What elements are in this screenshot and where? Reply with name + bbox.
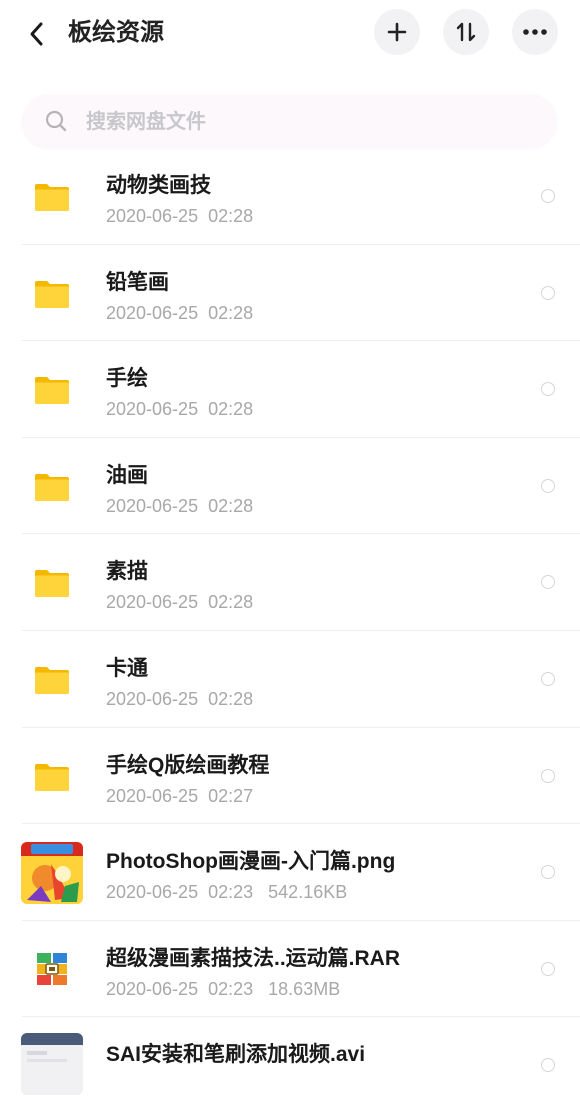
file-meta: 2020-06-25 02:28 (106, 301, 253, 325)
select-radio[interactable] (541, 1058, 555, 1073)
file-name: 油画 (106, 463, 148, 487)
file-name: 动物类画技 (106, 174, 211, 197)
file-time: 02:28 (208, 592, 254, 613)
sort-button[interactable] (443, 9, 489, 55)
back-button[interactable] (22, 18, 54, 50)
file-name: SAI安装和笔刷添加视频.avi (106, 1043, 366, 1067)
file-date: 2020-06-25 (106, 399, 199, 420)
file-size: 542.16KB (268, 882, 348, 903)
page-title: 板绘资源 (68, 19, 164, 46)
file-time: 02:28 (208, 495, 254, 516)
more-icon (523, 29, 547, 35)
file-name: 卡通 (106, 656, 148, 680)
select-radio[interactable] (541, 285, 555, 300)
file-time: 02:28 (208, 302, 254, 323)
file-list: 动物类画技 2020-06-25 02:28 铅笔画 2020-06-25 02… (0, 148, 580, 1114)
select-radio[interactable] (541, 478, 555, 493)
folder-icon (35, 377, 69, 405)
file-row[interactable]: 卡通 2020-06-25 02:28 (0, 631, 580, 728)
folder-icon (35, 666, 69, 694)
file-meta: 2020-06-25 02:27 (106, 784, 253, 808)
file-time: 02:23 (208, 882, 254, 903)
chevron-left-icon (30, 22, 43, 46)
file-meta: 2020-06-25 02:28 (106, 687, 253, 711)
select-radio[interactable] (541, 961, 555, 976)
video-thumbnail (21, 1033, 83, 1096)
file-date: 2020-06-25 (106, 592, 199, 613)
file-name: 超级漫画素描技法..运动篇.RAR (106, 946, 400, 970)
file-date: 2020-06-25 (106, 302, 199, 323)
file-time: 02:28 (208, 688, 254, 709)
file-row[interactable]: 超级漫画素描技法..运动篇.RAR 2020-06-25 02:23 18.63… (0, 921, 580, 1018)
file-time: 02:27 (208, 785, 254, 806)
select-radio[interactable] (541, 189, 555, 203)
folder-icon (35, 763, 69, 791)
sort-icon (456, 22, 476, 42)
file-name: PhotoShop画漫画-入门篇.png (106, 850, 396, 874)
archive-icon (37, 952, 67, 985)
file-meta: 2020-06-25 02:23 542.16KB (106, 880, 347, 904)
file-name: 铅笔画 (106, 270, 169, 294)
file-name: 手绘Q版绘画教程 (106, 753, 270, 777)
file-size: 18.63MB (268, 978, 341, 999)
file-date: 2020-06-25 (106, 978, 199, 999)
file-meta: 2020-06-25 02:28 (106, 590, 253, 614)
file-meta: 2020-06-25 02:23 18.63MB (106, 977, 340, 1001)
more-button[interactable] (512, 9, 558, 55)
search-bar[interactable] (22, 94, 557, 148)
file-row[interactable]: PhotoShop画漫画-入门篇.png 2020-06-25 02:23 54… (0, 824, 580, 921)
file-row[interactable]: 素描 2020-06-25 02:28 (0, 534, 580, 631)
folder-icon (35, 184, 69, 211)
search-input[interactable] (84, 106, 528, 138)
folder-icon (35, 280, 69, 308)
file-row[interactable]: 油画 2020-06-25 02:28 (0, 438, 580, 535)
file-meta: 2020-06-25 02:28 (106, 204, 253, 228)
file-date: 2020-06-25 (106, 882, 199, 903)
file-date: 2020-06-25 (106, 785, 199, 806)
select-radio[interactable] (541, 768, 555, 783)
folder-icon (35, 570, 69, 598)
file-time: 02:23 (208, 978, 254, 999)
image-thumbnail (21, 842, 83, 905)
file-date: 2020-06-25 (106, 688, 199, 709)
file-row[interactable]: SAI安装和笔刷添加视频.avi (0, 1017, 580, 1114)
file-name: 手绘 (106, 367, 148, 391)
file-row[interactable]: 手绘Q版绘画教程 2020-06-25 02:27 (0, 728, 580, 825)
select-radio[interactable] (541, 575, 555, 590)
add-button[interactable] (374, 9, 420, 55)
file-time: 02:28 (208, 206, 254, 226)
file-date: 2020-06-25 (106, 495, 199, 516)
plus-icon (387, 22, 407, 42)
file-name: 素描 (106, 560, 148, 584)
file-time: 02:28 (208, 399, 254, 420)
search-icon (45, 110, 67, 132)
file-row[interactable]: 铅笔画 2020-06-25 02:28 (0, 245, 580, 342)
file-meta: 2020-06-25 02:28 (106, 494, 253, 518)
header-bar: 板绘资源 (0, 0, 580, 68)
file-meta: 2020-06-25 02:28 (106, 397, 253, 421)
file-row[interactable]: 手绘 2020-06-25 02:28 (0, 341, 580, 438)
file-meta (106, 1073, 116, 1097)
select-radio[interactable] (541, 865, 555, 880)
select-radio[interactable] (541, 382, 555, 397)
file-row[interactable]: 动物类画技 2020-06-25 02:28 (0, 148, 580, 245)
file-date: 2020-06-25 (106, 206, 199, 226)
select-radio[interactable] (541, 671, 555, 686)
folder-icon (35, 473, 69, 501)
